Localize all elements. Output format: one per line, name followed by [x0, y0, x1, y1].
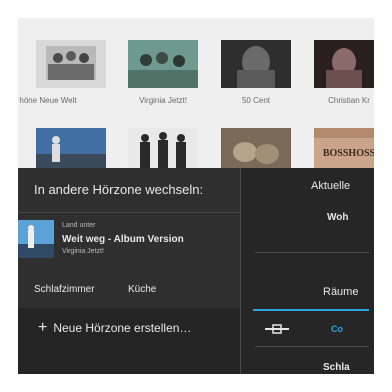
- connect-row[interactable]: Co: [241, 316, 374, 340]
- now-playing-row[interactable]: Land unter Weit weg - Album Version Virg…: [18, 220, 240, 264]
- divider: [255, 252, 369, 253]
- now-playing-artist: Virginia Jetzt!: [62, 248, 104, 255]
- current-zone-header: Aktuelle: [311, 180, 351, 192]
- zone-details-panel: Aktuelle Woh Räume Co Schla: [240, 168, 374, 374]
- create-zone-label: Neue Hörzone erstellen…: [53, 321, 192, 335]
- create-zone-section: [18, 308, 240, 374]
- now-playing-album: Land unter: [62, 222, 96, 229]
- now-playing-track: Weit weg - Album Version: [62, 234, 184, 245]
- tab-raeume[interactable]: Räume: [323, 286, 358, 298]
- zone-item-schlafzimmer[interactable]: Schlafzimmer: [34, 284, 95, 295]
- app-window: höne Neue Welt Virginia Jetzt! 50 Cent C…: [18, 18, 374, 374]
- plus-icon: +: [38, 319, 48, 336]
- now-playing-cover: [18, 220, 54, 258]
- divider: [255, 346, 369, 347]
- zone-item-kueche[interactable]: Küche: [128, 284, 156, 295]
- album-tile[interactable]: [314, 40, 374, 88]
- album-caption: Christian Kr: [328, 96, 370, 105]
- album-grid: höne Neue Welt Virginia Jetzt! 50 Cent C…: [18, 18, 374, 186]
- tab-active-indicator: [253, 309, 369, 311]
- album-badge-text: BOSSHOSS: [323, 148, 374, 159]
- album-tile[interactable]: [128, 40, 198, 88]
- zone-switch-title: In andere Hörzone wechseln:: [34, 182, 204, 197]
- create-zone-button[interactable]: + Neue Hörzone erstellen…: [38, 320, 191, 336]
- album-caption: höne Neue Welt: [19, 96, 77, 105]
- album-tile[interactable]: [36, 40, 106, 88]
- current-zone-name[interactable]: Woh: [327, 212, 348, 223]
- connect-label: Co: [331, 324, 343, 334]
- divider: [18, 212, 240, 213]
- connector-icon: [265, 324, 289, 334]
- room-item[interactable]: Schla: [323, 362, 350, 373]
- zone-switch-panel: In andere Hörzone wechseln: Land unter W…: [18, 168, 240, 374]
- album-tile[interactable]: [221, 40, 291, 88]
